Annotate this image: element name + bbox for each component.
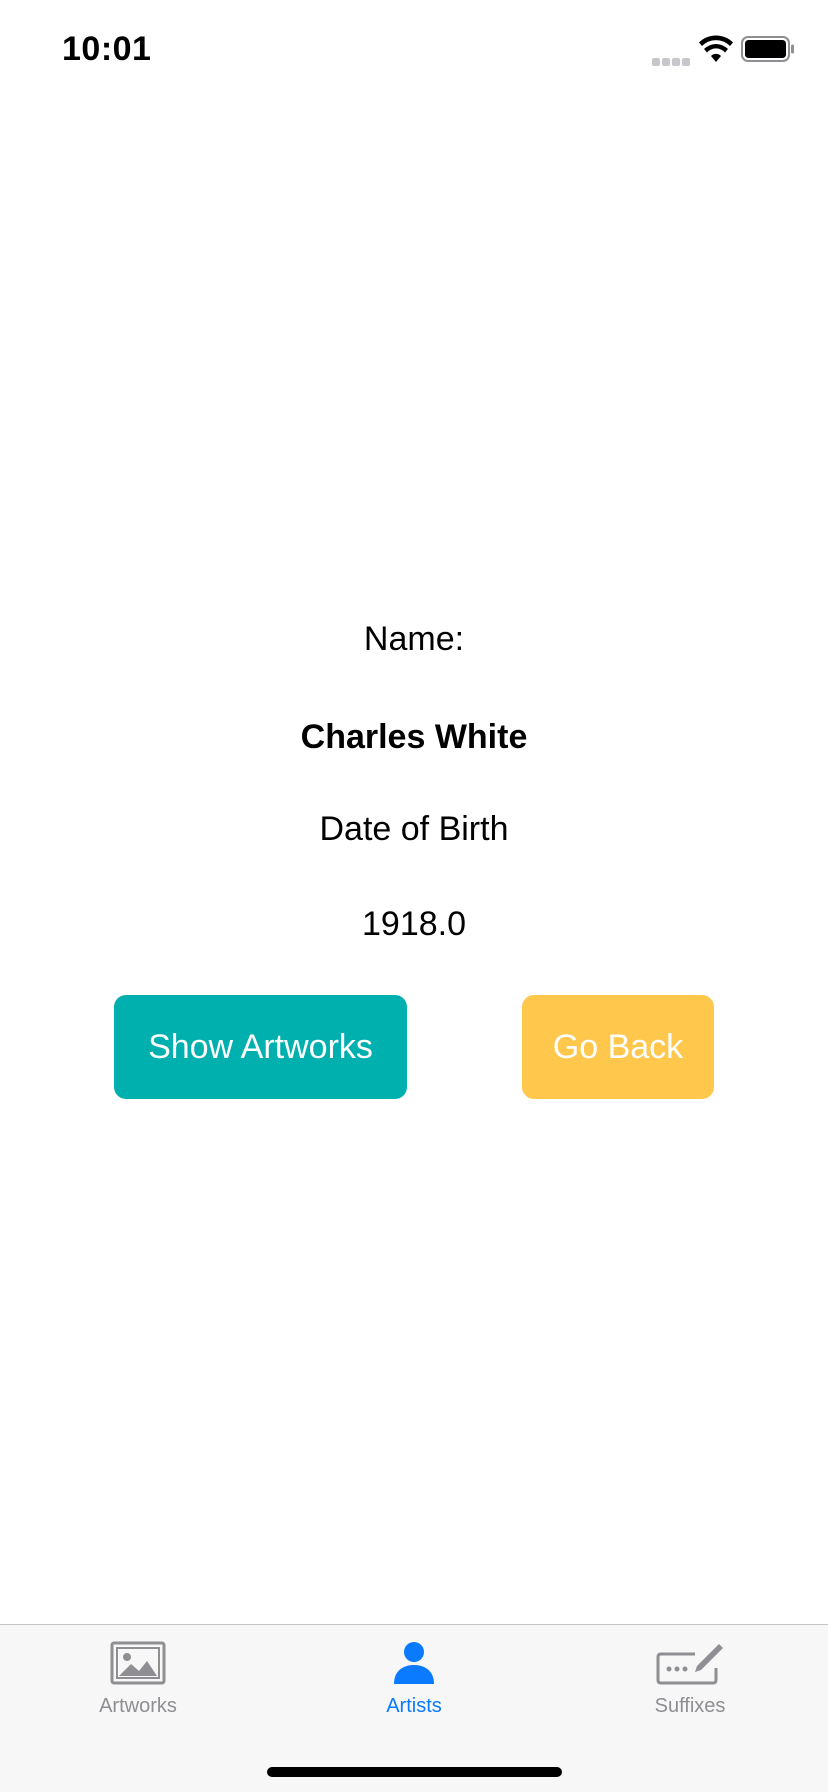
cellular-signal-icon	[652, 53, 692, 66]
battery-icon	[741, 36, 794, 62]
artist-name: Charles White	[300, 718, 528, 756]
tab-artists[interactable]: Artists	[276, 1625, 552, 1735]
tab-label: Suffixes	[654, 1695, 726, 1717]
artist-detail-screen: 10:01 Name: Charles White Date of Birth …	[0, 0, 828, 1792]
go-back-button[interactable]: Go Back	[522, 995, 714, 1099]
home-indicator	[267, 1767, 562, 1777]
tab-label: Artworks	[99, 1695, 177, 1717]
status-time: 10:01	[62, 30, 152, 68]
name-label: Name:	[363, 620, 465, 658]
status-bar: 10:01	[0, 0, 828, 100]
person-icon	[379, 1639, 449, 1687]
tab-suffixes[interactable]: Suffixes	[552, 1625, 828, 1735]
wifi-icon	[699, 35, 733, 62]
tab-bar: Artworks Artists Suffixes	[0, 1624, 828, 1792]
date-of-birth-label: Date of Birth	[319, 810, 509, 848]
show-artworks-button[interactable]: Show Artworks	[114, 995, 407, 1099]
date-of-birth-value: 1918.0	[362, 905, 466, 943]
keyboard-pencil-icon	[655, 1639, 725, 1687]
tab-label: Artists	[386, 1695, 442, 1717]
tab-artworks[interactable]: Artworks	[0, 1625, 276, 1735]
photo-icon	[103, 1639, 173, 1687]
